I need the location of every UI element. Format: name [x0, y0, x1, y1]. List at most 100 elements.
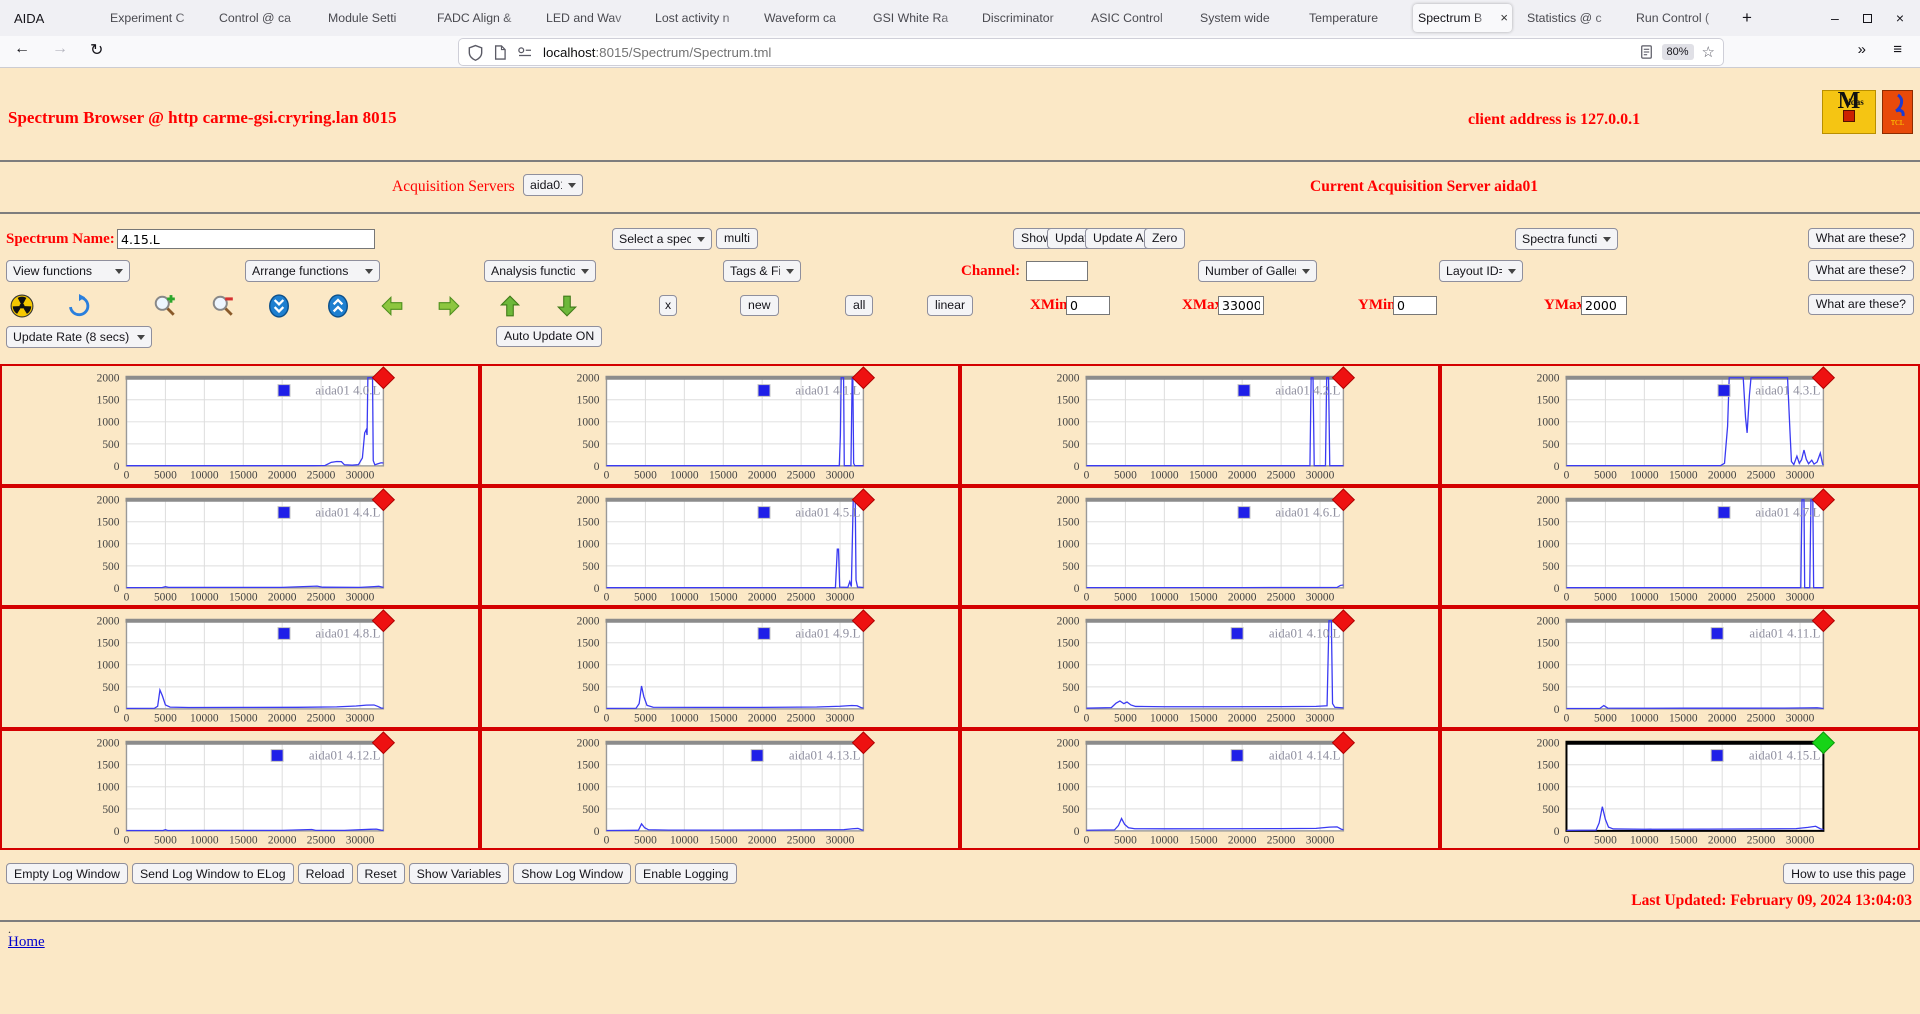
- forward-icon[interactable]: →: [52, 40, 68, 58]
- tags-fits-select[interactable]: Tags & Fits: [723, 260, 801, 282]
- x-tick-label: 30000: [1786, 834, 1815, 846]
- channel-input[interactable]: [1026, 261, 1088, 281]
- reader-view-icon[interactable]: [1639, 44, 1654, 60]
- what-are-these-button-1[interactable]: What are these?: [1808, 228, 1914, 249]
- gallery-cell-014-6-[interactable]: 0500100015002000050001000015000200002500…: [960, 486, 1440, 608]
- reset-button[interactable]: Reset: [357, 863, 405, 884]
- x-tick-label: 15000: [1189, 713, 1218, 725]
- spectrum-name-input[interactable]: [117, 229, 375, 249]
- tab-fadc-align[interactable]: FADC Align &: [432, 4, 531, 32]
- compress-vertical-icon[interactable]: [267, 294, 291, 318]
- enable-logging-button[interactable]: Enable Logging: [635, 863, 736, 884]
- layout-id-select[interactable]: Layout ID=8: [1439, 260, 1523, 282]
- tab-close-icon[interactable]: ×: [1500, 10, 1508, 25]
- gallery-cell-014-8-[interactable]: 0500100015002000050001000015000200002500…: [0, 607, 480, 729]
- zoom-in-icon[interactable]: [153, 294, 177, 318]
- gallery-cell-014-9-[interactable]: 0500100015002000050001000015000200002500…: [480, 607, 960, 729]
- minimize-icon[interactable]: –: [1831, 10, 1839, 26]
- close-icon[interactable]: ×: [1896, 10, 1904, 26]
- view-functions-select[interactable]: View functions: [6, 260, 130, 282]
- gallery-cell-014-1-[interactable]: 0500100015002000050001000015000200002500…: [480, 364, 960, 486]
- new-tab-button[interactable]: +: [1742, 8, 1752, 28]
- gallery-cell-014-11-[interactable]: 0500100015002000050001000015000200002500…: [1440, 607, 1920, 729]
- select-spectrum-select[interactable]: Select a spectrum: [612, 228, 712, 250]
- gallery-cell-014-0-[interactable]: 0500100015002000050001000015000200002500…: [0, 364, 480, 486]
- gallery-cell-014-13-[interactable]: 0500100015002000050001000015000200002500…: [480, 729, 960, 851]
- gallery-cell-014-14-[interactable]: 0500100015002000050001000015000200002500…: [960, 729, 1440, 851]
- auto-update-button[interactable]: Auto Update ON: [496, 326, 602, 347]
- linear-button[interactable]: linear: [927, 295, 973, 316]
- gallery-cell-014-7-[interactable]: 0500100015002000050001000015000200002500…: [1440, 486, 1920, 608]
- tab-temperature[interactable]: Temperature: [1304, 4, 1403, 32]
- show-log-window-button[interactable]: Show Log Window: [513, 863, 631, 884]
- multi-button[interactable]: multi: [716, 228, 758, 249]
- reload-button[interactable]: Reload: [298, 863, 353, 884]
- url-text[interactable]: localhost:8015/Spectrum/Spectrum.tml: [543, 45, 771, 60]
- gallery-cell-014-12-[interactable]: 0500100015002000050001000015000200002500…: [0, 729, 480, 851]
- tab-waveform-ca[interactable]: Waveform ca: [759, 4, 858, 32]
- tab-system-wide[interactable]: System wide: [1195, 4, 1294, 32]
- bookmark-star-icon[interactable]: ☆: [1702, 43, 1715, 61]
- ymin-input[interactable]: [1393, 296, 1437, 315]
- x-button[interactable]: x: [659, 295, 677, 316]
- back-icon[interactable]: ←: [14, 40, 30, 58]
- url-bar[interactable]: localhost:8015/Spectrum/Spectrum.tml 80%…: [459, 39, 1723, 65]
- tab-gsi-white-ra[interactable]: GSI White Ra: [868, 4, 967, 32]
- reload-icon[interactable]: ↻: [90, 40, 103, 60]
- toolbar-overflow-icon[interactable]: »: [1858, 41, 1866, 58]
- how-to-use-button[interactable]: How to use this page: [1783, 863, 1914, 884]
- zero-button[interactable]: Zero: [1144, 228, 1185, 249]
- acquisition-servers-select[interactable]: aida01: [523, 174, 583, 196]
- update-rate-select[interactable]: Update Rate (8 secs): [6, 326, 152, 348]
- tab-discriminator[interactable]: Discriminator: [977, 4, 1076, 32]
- gallery-cell-014-2-[interactable]: 0500100015002000050001000015000200002500…: [960, 364, 1440, 486]
- zoom-out-icon[interactable]: [211, 294, 235, 318]
- zoom-level-button[interactable]: 80%: [1662, 44, 1694, 60]
- spectrum-chart: 0500100015002000050001000015000200002500…: [482, 366, 958, 484]
- expand-vertical-icon[interactable]: [326, 294, 350, 318]
- number-of-galleries-select[interactable]: Number of Galleries: [1198, 260, 1317, 282]
- arrow-down-icon[interactable]: [555, 294, 579, 318]
- gallery-cell-014-10-[interactable]: 0500100015002000050001000015000200002500…: [960, 607, 1440, 729]
- tab-experiment-c[interactable]: Experiment C: [105, 4, 204, 32]
- ymax-input[interactable]: [1581, 296, 1627, 315]
- refresh-icon[interactable]: [67, 294, 91, 318]
- menu-hamburger-icon[interactable]: ≡: [1893, 41, 1902, 58]
- new-button[interactable]: new: [740, 295, 779, 316]
- tcl-logo[interactable]: TCL: [1882, 90, 1913, 134]
- nuclear-icon[interactable]: [10, 294, 34, 318]
- gallery-cell-014-4-[interactable]: 0500100015002000050001000015000200002500…: [0, 486, 480, 608]
- tab-module-setti[interactable]: Module Setti: [323, 4, 422, 32]
- what-are-these-button-2[interactable]: What are these?: [1808, 260, 1914, 281]
- tab-control-ca[interactable]: Control @ ca: [214, 4, 313, 32]
- tab-asic-control[interactable]: ASIC Control: [1086, 4, 1185, 32]
- maximize-icon[interactable]: [1863, 14, 1872, 23]
- gallery-cell-014-3-[interactable]: 0500100015002000050001000015000200002500…: [1440, 364, 1920, 486]
- x-tick-label: 20000: [268, 470, 297, 482]
- tab-led-and-wav[interactable]: LED and Wav: [541, 4, 640, 32]
- arrange-functions-select[interactable]: Arrange functions: [245, 260, 380, 282]
- show-variables-button[interactable]: Show Variables: [409, 863, 510, 884]
- tab-spectrum-b[interactable]: Spectrum B×: [1413, 4, 1512, 32]
- arrow-left-icon[interactable]: [380, 294, 404, 318]
- arrow-right-icon[interactable]: [437, 294, 461, 318]
- midas-logo[interactable]: M idas: [1822, 90, 1876, 134]
- analysis-functions-select[interactable]: Analysis functions: [484, 260, 596, 282]
- all-button[interactable]: all: [845, 295, 873, 316]
- arrow-up-icon[interactable]: [498, 294, 522, 318]
- home-link[interactable]: Home: [8, 934, 45, 951]
- what-are-these-button-3[interactable]: What are these?: [1808, 294, 1914, 315]
- shield-icon[interactable]: [467, 44, 484, 61]
- site-permissions-icon[interactable]: [516, 44, 534, 61]
- gallery-cell-014-15-[interactable]: 0500100015002000050001000015000200002500…: [1440, 729, 1920, 851]
- send-log-window-to-elog-button[interactable]: Send Log Window to ELog: [132, 863, 294, 884]
- tab-statistics-c[interactable]: Statistics @ c: [1522, 4, 1621, 32]
- tab-lost-activity-n[interactable]: Lost activity n: [650, 4, 749, 32]
- empty-log-window-button[interactable]: Empty Log Window: [6, 863, 128, 884]
- tab-run-control[interactable]: Run Control (: [1631, 4, 1730, 32]
- spectra-functions-select[interactable]: Spectra functions: [1515, 228, 1618, 250]
- page-icon[interactable]: [492, 44, 508, 61]
- xmin-input[interactable]: [1066, 296, 1110, 315]
- xmax-input[interactable]: [1218, 296, 1264, 315]
- gallery-cell-014-5-[interactable]: 0500100015002000050001000015000200002500…: [480, 486, 960, 608]
